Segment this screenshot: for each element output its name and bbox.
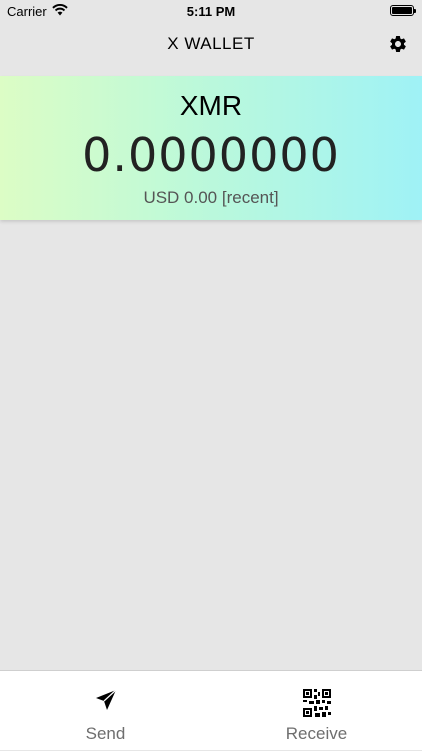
tab-receive-label: Receive — [285, 724, 348, 743]
paper-plane-icon — [94, 688, 118, 717]
nav-bar: X WALLET — [0, 22, 422, 66]
gear-icon — [390, 35, 406, 52]
qr-code-icon — [301, 688, 332, 723]
clock: 5:11 PM — [186, 4, 236, 19]
settings-button[interactable] — [388, 34, 408, 54]
battery-icon — [390, 5, 416, 16]
tab-bar: Send Receive — [0, 670, 422, 750]
page-title: X WALLET — [167, 34, 255, 53]
tab-receive[interactable]: Receive — [211, 671, 422, 751]
status-bar: Carrier 5:11 PM — [0, 0, 422, 22]
currency-label: XMR — [179, 90, 243, 121]
balance-card: XMR 0.0000000 USD 0.00 [recent] — [0, 76, 422, 220]
tab-send-label: Send — [85, 724, 126, 743]
tab-send[interactable]: Send — [0, 671, 211, 751]
transaction-list — [0, 224, 422, 664]
fiat-value: USD 0.00 [recent] — [143, 188, 279, 207]
balance-amount: 0.0000000 — [82, 128, 340, 182]
